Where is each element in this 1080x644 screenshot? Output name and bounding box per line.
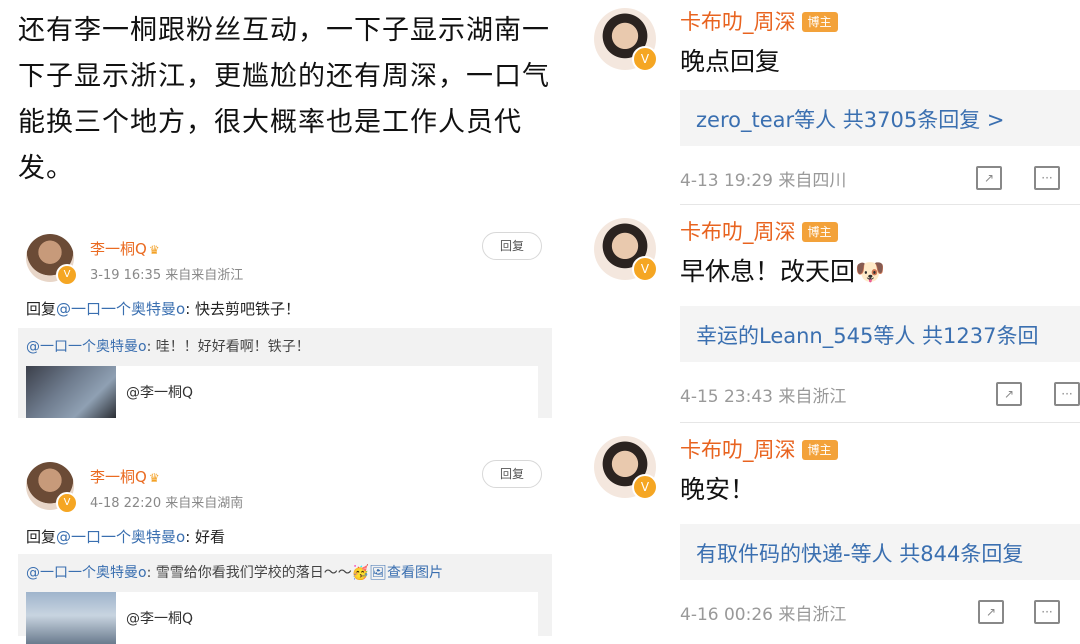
- intro-text: 还有李一桐跟粉丝互动，一下子显示湖南一下子显示浙江，更尴尬的还有周深，一口气能换…: [18, 15, 550, 184]
- comment-icon[interactable]: ···: [1034, 600, 1060, 624]
- mention-link[interactable]: @一口一个奥特曼o: [56, 528, 185, 546]
- image-icon: 🖼: [369, 565, 387, 581]
- reply-summary-box[interactable]: 有取件码的快递-等人 共844条回复: [680, 524, 1080, 580]
- comment-icon[interactable]: ···: [1034, 166, 1060, 190]
- comment-text: 晚点回复: [680, 47, 781, 76]
- avatar[interactable]: V: [26, 234, 78, 286]
- comment-icon[interactable]: ···: [1054, 382, 1080, 406]
- reply-button[interactable]: 回复: [482, 460, 542, 488]
- verified-badge-icon: V: [56, 264, 78, 286]
- view-image-link[interactable]: 🖼查看图片: [369, 565, 443, 581]
- reply-summary: 幸运的Leann_545等人 共1237条回: [696, 324, 1039, 348]
- reply-text: 回复@一口一个奥特曼o: 快去剪吧铁子！: [26, 300, 301, 318]
- reply-summary-box[interactable]: zero_tear等人 共3705条回复 >: [680, 90, 1080, 146]
- comment-item: V 卡布叻_周深 博主 早休息！改天回🐶 幸运的Leann_545等人 共1237…: [578, 210, 1080, 424]
- quote-line: @一口一个奥特曼o: 雪雪给你看我们学校的落日～～🥳🖼查看图片: [26, 565, 443, 581]
- media-card[interactable]: @李一桐Q: [26, 366, 538, 418]
- crown-icon: ♛: [148, 471, 160, 485]
- divider: [680, 422, 1080, 423]
- comment-item: V 卡布叻_周深 博主 晚点回复 zero_tear等人 共3705条回复 > 4…: [578, 0, 1080, 206]
- quoted-comment[interactable]: @一口一个奥特曼o: 雪雪给你看我们学校的落日～～🥳🖼查看图片 @李一桐Q: [18, 554, 552, 644]
- host-badge: 博主: [801, 12, 838, 32]
- avatar[interactable]: V: [26, 462, 78, 514]
- quote-line: @一口一个奥特曼o: 哇！！好好看啊！铁子！: [26, 339, 310, 355]
- avatar[interactable]: V: [594, 218, 658, 282]
- username[interactable]: 卡布叻_周深 博主: [680, 216, 838, 246]
- mention-link[interactable]: @一口一个奥特曼o: [26, 565, 147, 581]
- divider: [680, 204, 1080, 205]
- post-card: V 李一桐Q ♛ 4-18 22:20 来自来自湖南 回复 回复@一口一个奥特曼o…: [18, 456, 552, 644]
- reply-button[interactable]: 回复: [482, 232, 542, 260]
- comment-meta: 4-16 00:26 来自浙江: [680, 605, 847, 625]
- thumbnail-image[interactable]: [26, 592, 116, 644]
- share-icon[interactable]: ↗: [978, 600, 1004, 624]
- emoji-icon: 🥳: [351, 565, 370, 581]
- verified-badge-icon: V: [56, 492, 78, 514]
- host-badge: 博主: [801, 440, 838, 460]
- share-icon[interactable]: ↗: [996, 382, 1022, 406]
- username[interactable]: 卡布叻_周深 博主: [680, 6, 838, 36]
- post-meta: 4-18 22:20 来自来自湖南: [90, 496, 244, 511]
- verified-badge-icon: V: [632, 474, 658, 500]
- comment-meta: 4-13 19:29 来自四川: [680, 171, 847, 191]
- comment-meta: 4-15 23:43 来自浙江: [680, 387, 847, 407]
- media-card[interactable]: @李一桐Q: [26, 592, 538, 644]
- media-username: @李一桐Q: [126, 611, 194, 627]
- post-meta: 3-19 16:35 来自来自浙江: [90, 268, 244, 283]
- crown-icon: ♛: [148, 243, 160, 257]
- comment-text: 晚安！: [680, 475, 756, 504]
- verified-badge-icon: V: [632, 256, 658, 282]
- left-column: 还有李一桐跟粉丝互动，一下子显示湖南一下子显示浙江，更尴尬的还有周深，一口气能换…: [0, 0, 560, 644]
- verified-badge-icon: V: [632, 46, 658, 72]
- username[interactable]: 李一桐Q ♛: [90, 466, 160, 487]
- thumbnail-image[interactable]: [26, 366, 116, 418]
- reply-text: 回复@一口一个奥特曼o: 好看: [26, 528, 226, 546]
- reply-summary: zero_tear等人 共3705条回复 >: [696, 108, 1005, 132]
- comment-item: V 卡布叻_周深 博主 晚安！ 有取件码的快递-等人 共844条回复 4-16 0…: [578, 428, 1080, 636]
- reply-summary-box[interactable]: 幸运的Leann_545等人 共1237条回: [680, 306, 1080, 362]
- doge-emoji-icon: 🐶: [855, 258, 885, 286]
- username[interactable]: 卡布叻_周深 博主: [680, 434, 838, 464]
- avatar[interactable]: V: [594, 8, 658, 72]
- comment-text: 早休息！改天回🐶: [680, 257, 885, 286]
- share-icon[interactable]: ↗: [976, 166, 1002, 190]
- mention-link[interactable]: @一口一个奥特曼o: [56, 300, 185, 318]
- reply-summary: 有取件码的快递-等人 共844条回复: [696, 542, 1024, 566]
- username[interactable]: 李一桐Q ♛: [90, 238, 160, 259]
- host-badge: 博主: [801, 222, 838, 242]
- right-column: V 卡布叻_周深 博主 晚点回复 zero_tear等人 共3705条回复 > 4…: [578, 0, 1080, 636]
- quoted-comment[interactable]: @一口一个奥特曼o: 哇！！好好看啊！铁子！ @李一桐Q: [18, 328, 552, 418]
- post-card: V 李一桐Q ♛ 3-19 16:35 来自来自浙江 回复 回复@一口一个奥特曼o…: [18, 228, 552, 418]
- media-username: @李一桐Q: [126, 385, 194, 401]
- avatar[interactable]: V: [594, 436, 658, 500]
- mention-link[interactable]: @一口一个奥特曼o: [26, 339, 147, 355]
